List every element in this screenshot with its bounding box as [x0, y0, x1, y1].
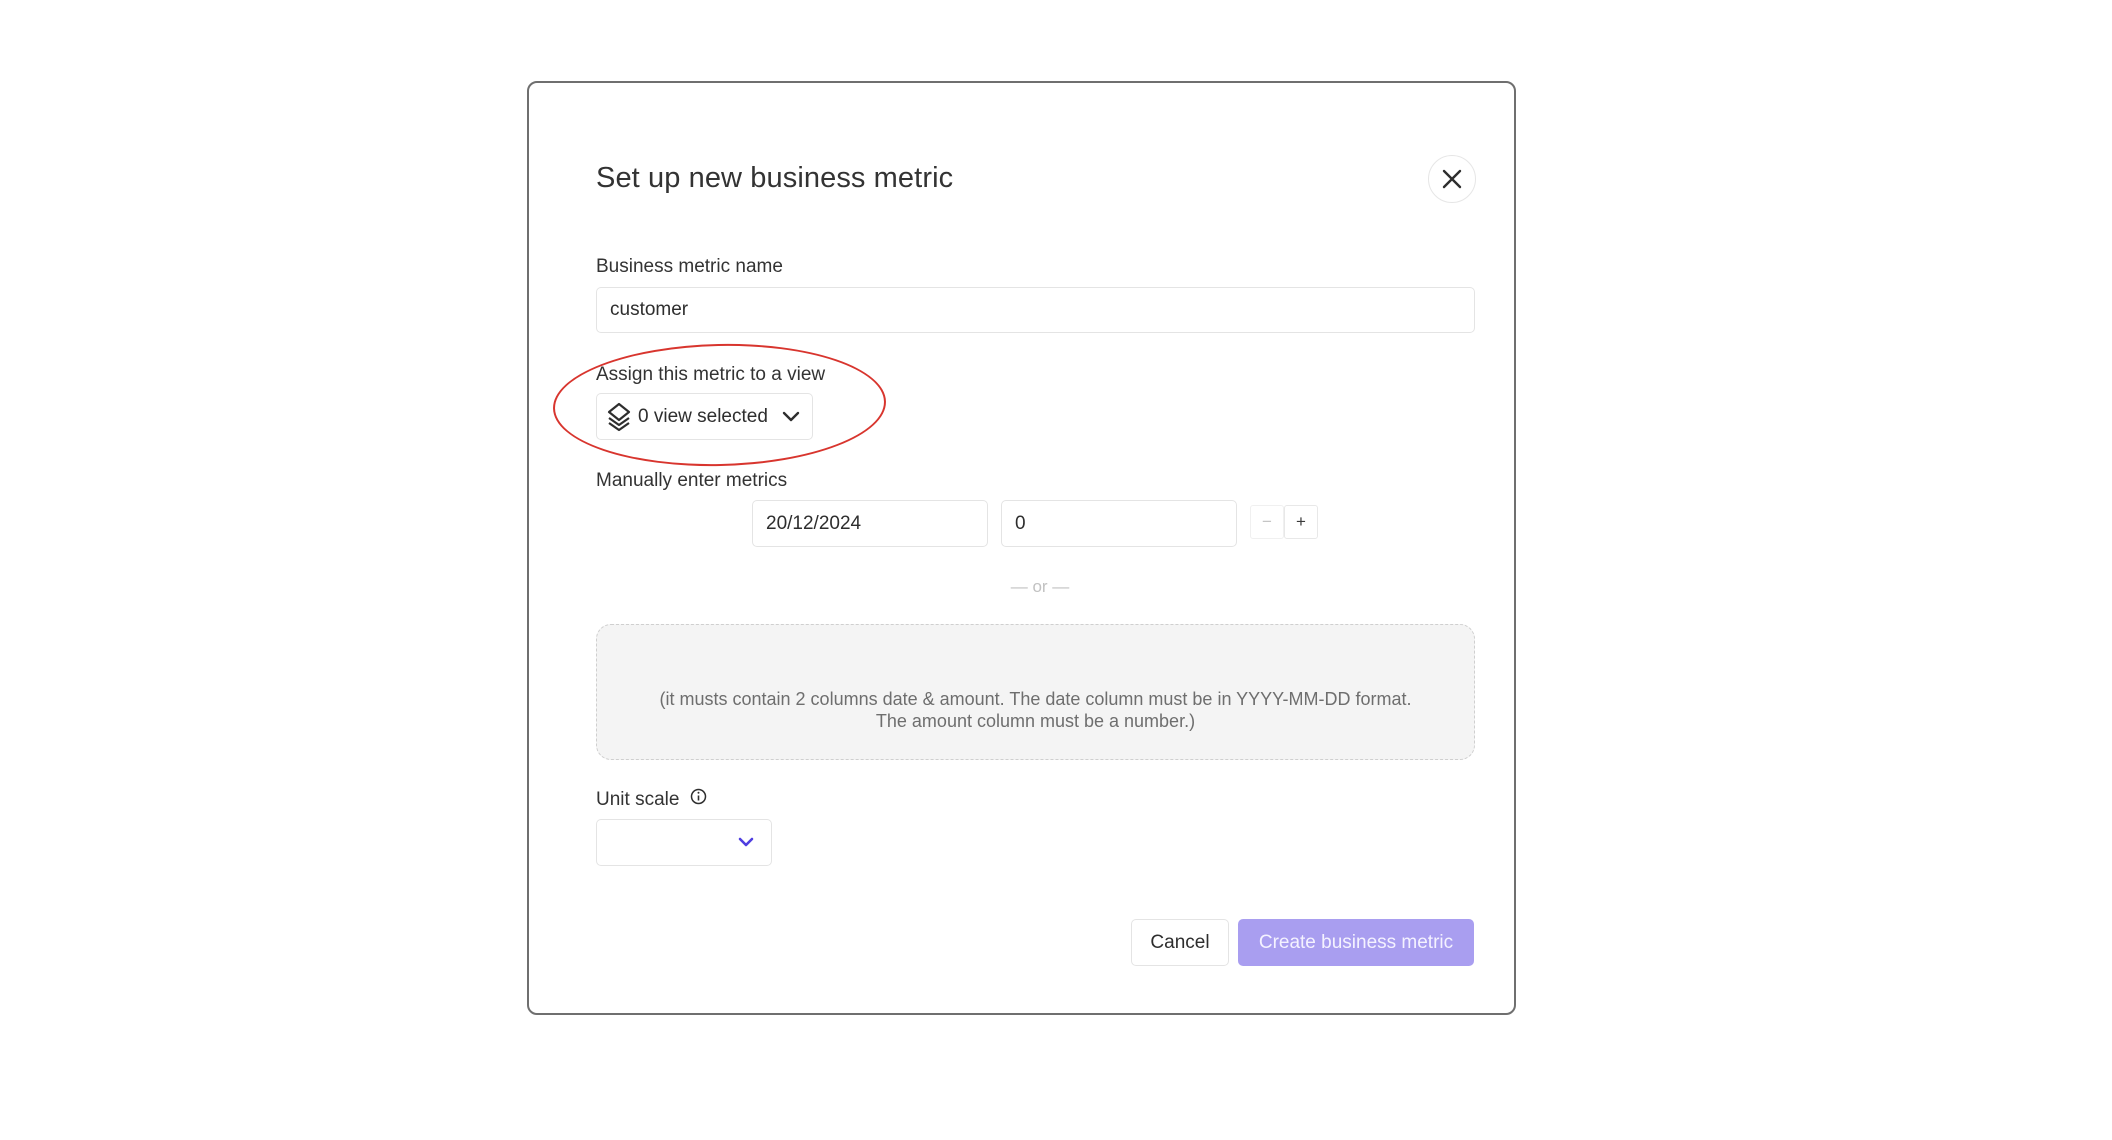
- modal-title: Set up new business metric: [596, 162, 954, 194]
- file-dropzone[interactable]: (it musts contain 2 columns date & amoun…: [596, 624, 1475, 760]
- dropzone-hint: (it musts contain 2 columns date & amoun…: [659, 689, 1412, 731]
- view-selector-button[interactable]: 0 view selected: [596, 393, 813, 440]
- page-background: Set up new business metric Business metr…: [0, 0, 2112, 1140]
- metric-name-label: Business metric name: [596, 256, 783, 277]
- date-input[interactable]: [752, 500, 988, 547]
- unit-scale-select[interactable]: [596, 819, 772, 866]
- metric-name-input[interactable]: [596, 287, 1475, 333]
- chevron-down-icon: [738, 837, 754, 847]
- manual-entry-label: Manually enter metrics: [596, 470, 788, 491]
- chevron-down-icon: [782, 411, 800, 421]
- view-selector-label: 0 view selected: [638, 405, 768, 427]
- increment-button[interactable]: +: [1284, 505, 1318, 539]
- decrement-button[interactable]: −: [1250, 505, 1284, 539]
- assign-view-label: Assign this metric to a view: [596, 364, 826, 385]
- close-icon: [1442, 169, 1462, 189]
- unit-scale-label: Unit scale: [596, 789, 680, 810]
- or-divider: — or —: [1010, 577, 1070, 596]
- close-button[interactable]: [1428, 155, 1476, 203]
- business-metric-modal: [527, 81, 1516, 1015]
- amount-input[interactable]: [1001, 500, 1237, 547]
- layers-icon: [607, 402, 631, 431]
- cancel-button[interactable]: Cancel: [1131, 919, 1229, 966]
- create-business-metric-button[interactable]: Create business metric: [1238, 919, 1474, 966]
- info-icon[interactable]: [690, 788, 707, 805]
